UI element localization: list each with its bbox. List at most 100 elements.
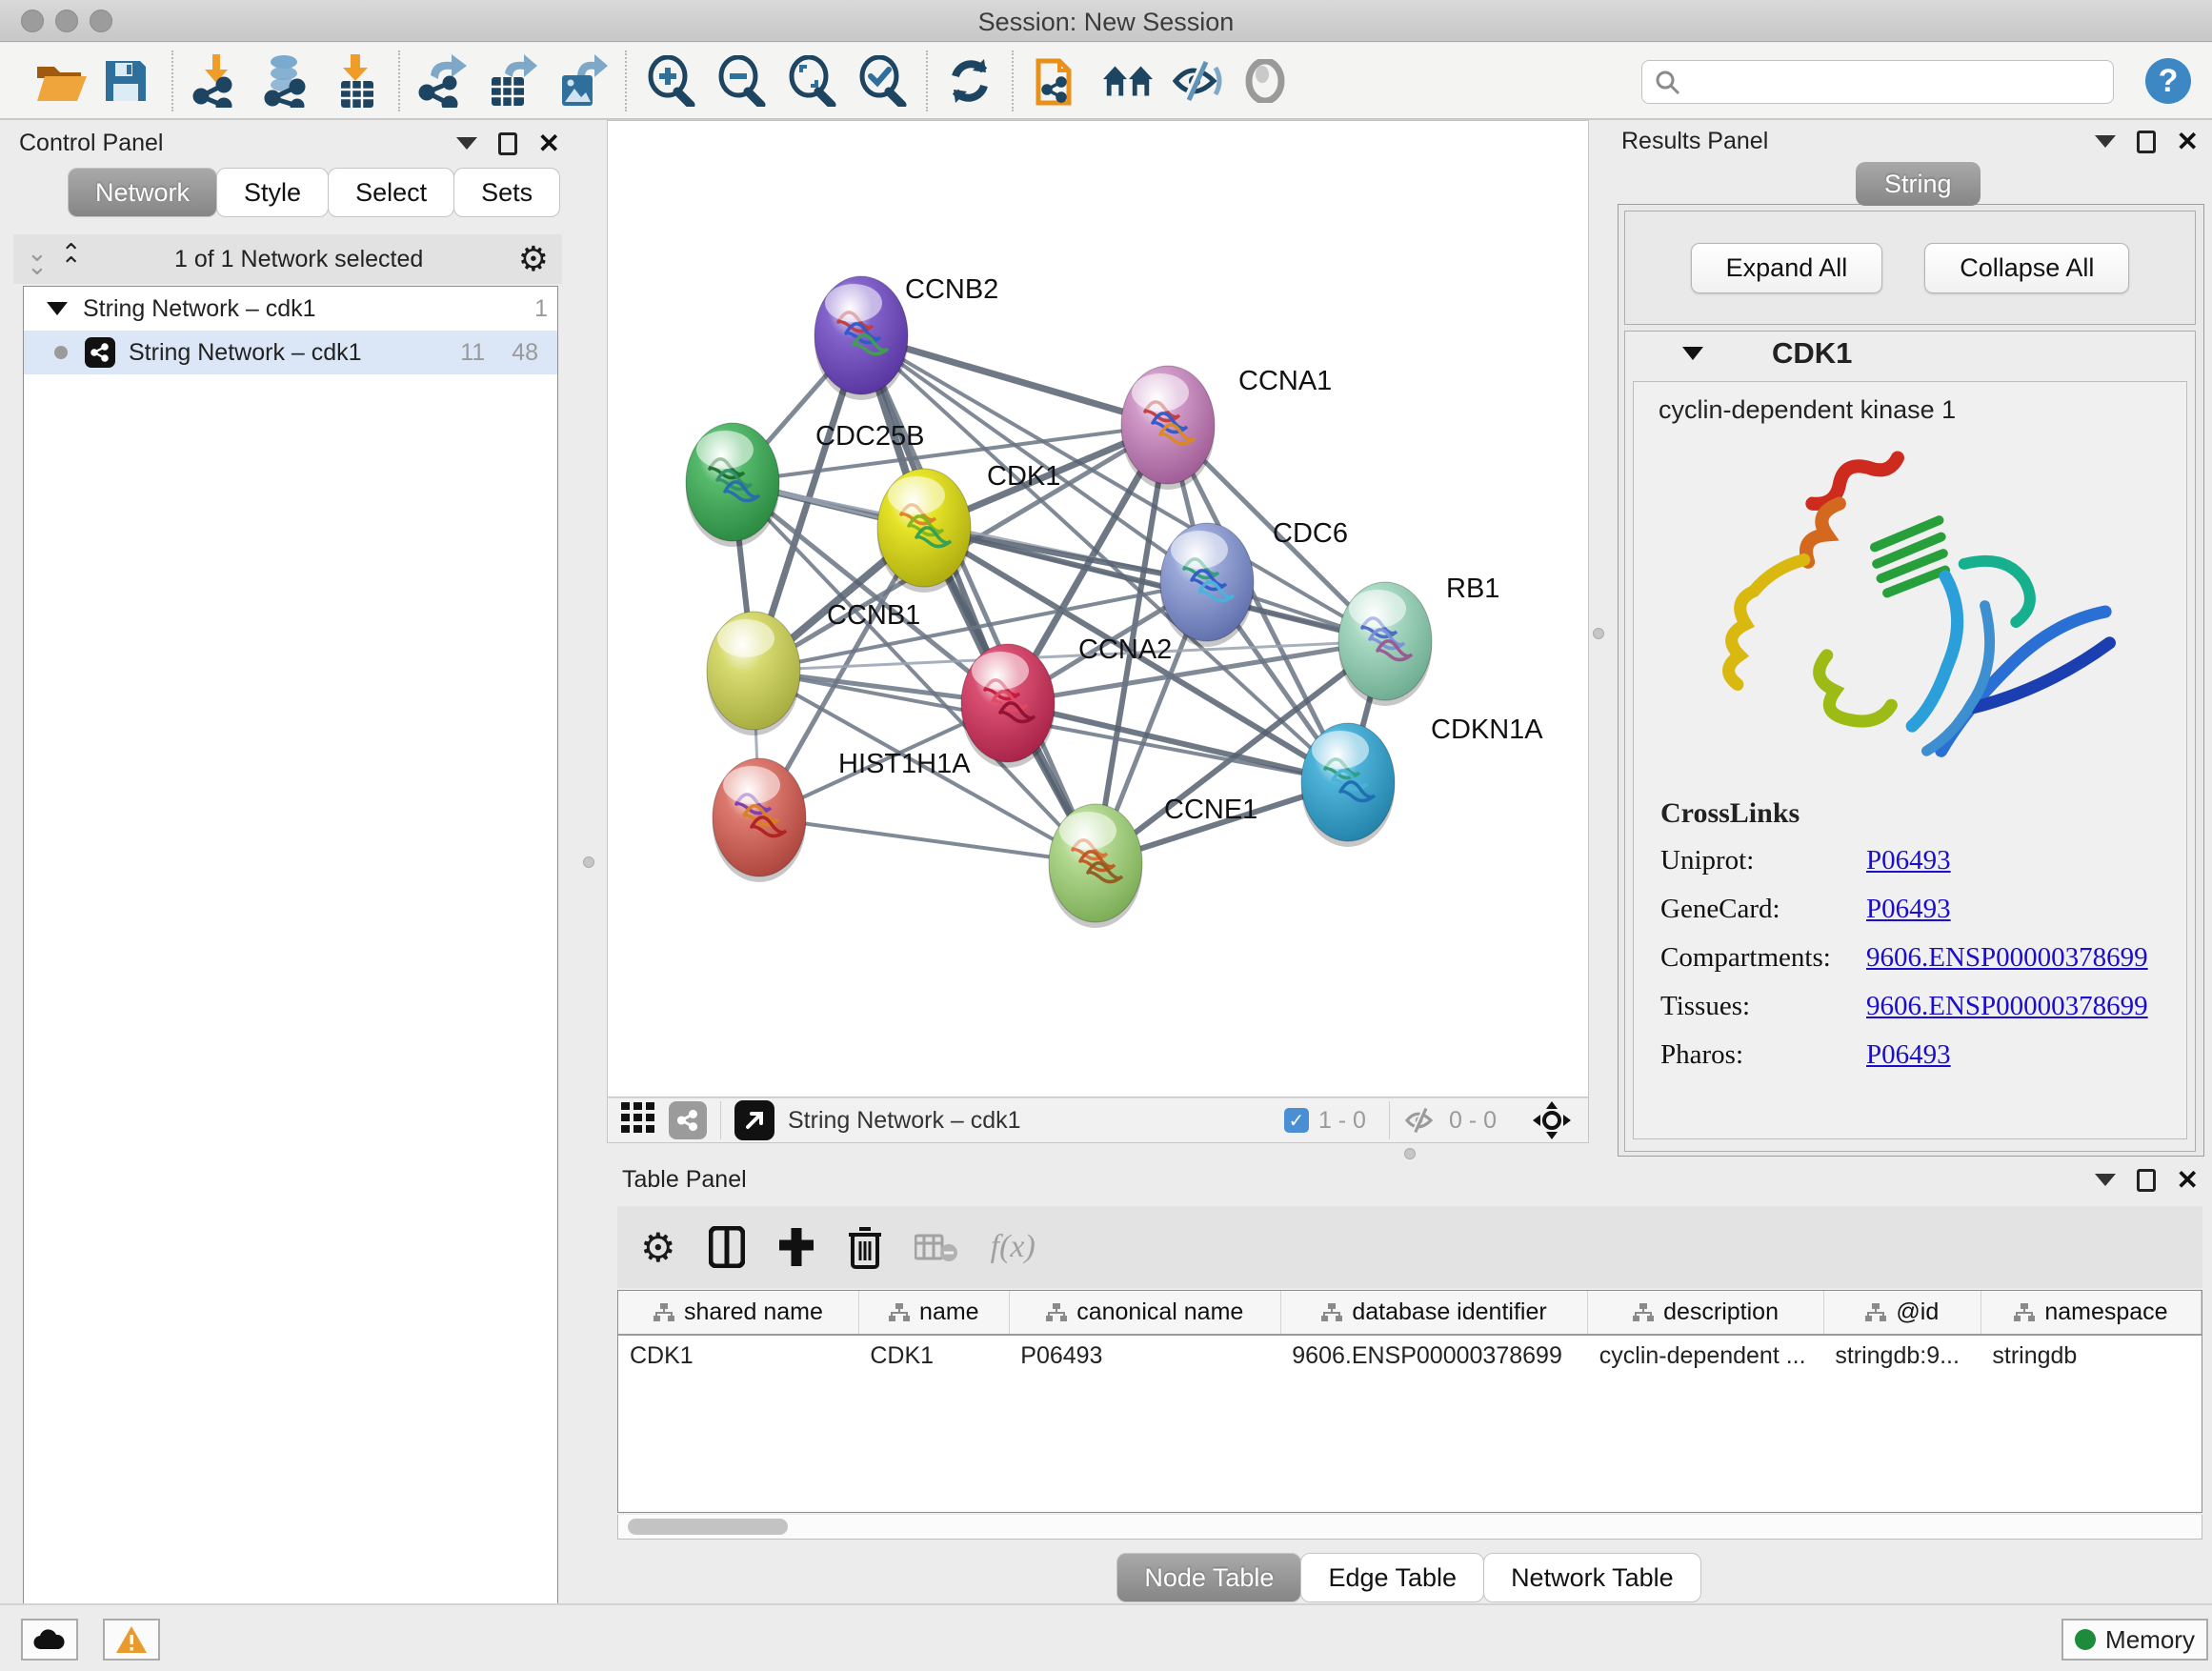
column-header-description[interactable]: description [1588, 1291, 1824, 1335]
panel-close-icon[interactable]: ✕ [2177, 129, 2199, 155]
delete-column-trash-icon[interactable] [848, 1225, 882, 1269]
add-column-icon[interactable] [777, 1226, 815, 1268]
table-cell[interactable]: P06493 [1009, 1335, 1280, 1377]
crosslink-link[interactable]: 9606.ENSP00000378699 [1866, 991, 2148, 1022]
network-collection-row[interactable]: String Network – cdk1 1 [24, 287, 557, 331]
crosslink-link[interactable]: P06493 [1866, 894, 1951, 925]
column-header-database-identifier[interactable]: database identifier [1280, 1291, 1588, 1335]
column-header--id[interactable]: @id [1823, 1291, 1981, 1335]
tab-node-table[interactable]: Node Table [1116, 1553, 1301, 1602]
birdseye-view-icon[interactable] [734, 1100, 774, 1140]
panel-collapse-icon[interactable] [2095, 1174, 2116, 1186]
collapse-all-icon[interactable]: ⌄⌄ [27, 246, 46, 273]
panel-close-icon[interactable]: ✕ [2177, 1167, 2199, 1194]
panel-collapse-icon[interactable] [456, 137, 477, 150]
tab-string[interactable]: String [1856, 162, 1981, 206]
expand-all-button[interactable]: Expand All [1691, 243, 1883, 293]
gene-section-header[interactable]: CDK1 [1625, 332, 2195, 375]
panel-collapse-icon[interactable] [2095, 135, 2116, 148]
panel-float-icon[interactable] [2137, 1169, 2156, 1192]
fit-target-icon[interactable] [1531, 1099, 1573, 1141]
expand-all-icon[interactable]: ⌃⌃ [61, 246, 80, 273]
vertical-splitter-handle-left[interactable] [583, 856, 594, 868]
zoom-out-button[interactable] [714, 54, 768, 108]
scrollbar-thumb[interactable] [628, 1519, 788, 1535]
node-RB1[interactable] [1338, 582, 1432, 706]
show-columns-icon[interactable] [709, 1226, 745, 1268]
import-network-file-button[interactable] [189, 54, 242, 108]
zoom-in-button[interactable] [644, 54, 697, 108]
table-row[interactable]: CDK1CDK1P064939606.ENSP00000378699cyclin… [618, 1335, 2202, 1377]
table-cell[interactable]: stringdb [1981, 1335, 2201, 1377]
crosslink-link[interactable]: P06493 [1866, 1039, 1951, 1071]
column-header-name[interactable]: name [858, 1291, 1009, 1335]
node-CCNA2[interactable] [961, 644, 1055, 768]
tab-style[interactable]: Style [216, 168, 329, 217]
delete-table-icon[interactable] [915, 1230, 958, 1264]
refresh-layout-button[interactable] [943, 54, 996, 108]
grid-view-icon[interactable] [621, 1102, 655, 1139]
tab-network-table[interactable]: Network Table [1483, 1553, 1701, 1602]
panel-close-icon[interactable]: ✕ [538, 131, 560, 157]
gray-eye-button[interactable] [1238, 54, 1292, 108]
table-cell[interactable]: stringdb:9... [1823, 1335, 1981, 1377]
help-button[interactable]: ? [2145, 58, 2191, 104]
column-header-namespace[interactable]: namespace [1981, 1291, 2201, 1335]
search-box[interactable] [1641, 60, 2114, 104]
warnings-button[interactable] [103, 1619, 160, 1661]
tab-sets[interactable]: Sets [453, 168, 560, 217]
memory-button[interactable]: Memory [2061, 1619, 2208, 1661]
network-row[interactable]: String Network – cdk1 11 48 [24, 331, 557, 374]
column-header-canonical-name[interactable]: canonical name [1009, 1291, 1280, 1335]
panel-float-icon[interactable] [498, 132, 517, 155]
node-CDC6[interactable] [1160, 523, 1254, 647]
import-table-button[interactable] [330, 54, 383, 108]
node-CDKN1A[interactable] [1301, 723, 1395, 847]
open-session-button[interactable] [34, 54, 88, 108]
tab-network[interactable]: Network [68, 168, 217, 217]
string-document-button[interactable] [1031, 54, 1084, 108]
node-HIST1H1A[interactable] [713, 758, 806, 882]
crosslink-link[interactable]: 9606.ENSP00000378699 [1866, 942, 2148, 974]
zoom-fit-button[interactable] [785, 54, 838, 108]
export-image-button[interactable] [556, 54, 610, 108]
node-CCNA1[interactable] [1121, 366, 1215, 490]
gear-icon[interactable]: ⚙ [518, 239, 549, 279]
cloud-status-button[interactable] [21, 1619, 78, 1661]
table-cell[interactable]: CDK1 [618, 1335, 858, 1377]
node-table[interactable]: shared namenamecanonical namedatabase id… [617, 1290, 2202, 1513]
save-session-button[interactable] [99, 54, 152, 108]
string-network-graph[interactable]: CCNB2CCNA1CDC25BCDK1CDC6RB1CCNB1CCNA2CDK… [608, 121, 1588, 1097]
table-settings-gear-icon[interactable]: ⚙ [640, 1224, 676, 1271]
selected-checkbox-icon[interactable]: ✓ [1284, 1108, 1309, 1133]
node-CDC25B[interactable] [686, 423, 779, 547]
vertical-splitter-handle-right[interactable] [1593, 628, 1604, 639]
section-expander-icon[interactable] [1682, 347, 1703, 360]
hidden-eye-icon[interactable] [1403, 1106, 1439, 1135]
column-header-shared-name[interactable]: shared name [618, 1291, 858, 1335]
export-table-button[interactable] [486, 54, 539, 108]
node-CCNE1[interactable] [1049, 804, 1142, 928]
export-network-button[interactable] [415, 54, 469, 108]
node-CDK1[interactable] [877, 469, 971, 593]
panel-float-icon[interactable] [2137, 131, 2156, 153]
tree-expander-icon[interactable] [47, 302, 68, 315]
table-cell[interactable]: cyclin-dependent ... [1588, 1335, 1824, 1377]
import-network-database-button[interactable] [259, 54, 312, 108]
node-CCNB2[interactable] [814, 276, 908, 400]
table-horizontal-scrollbar[interactable] [617, 1515, 2202, 1540]
home-networks-button[interactable] [1101, 54, 1155, 108]
node-CCNB1[interactable] [707, 612, 800, 735]
tab-edge-table[interactable]: Edge Table [1300, 1553, 1484, 1602]
network-share-icon[interactable] [669, 1101, 707, 1139]
network-canvas[interactable]: CCNB2CCNA1CDC25BCDK1CDC6RB1CCNB1CCNA2CDK… [607, 120, 1589, 1097]
table-cell[interactable]: 9606.ENSP00000378699 [1280, 1335, 1588, 1377]
function-builder-icon[interactable]: f(x) [991, 1229, 1036, 1265]
edge-CCNB2-CCNE1[interactable] [861, 335, 1096, 863]
horizontal-splitter-handle[interactable] [1404, 1148, 1416, 1159]
collapse-all-button[interactable]: Collapse All [1924, 243, 2129, 293]
tab-select[interactable]: Select [328, 168, 454, 217]
table-cell[interactable]: CDK1 [858, 1335, 1009, 1377]
zoom-selected-button[interactable] [855, 54, 909, 108]
edge-HIST1H1A-CCNE1[interactable] [759, 817, 1096, 863]
